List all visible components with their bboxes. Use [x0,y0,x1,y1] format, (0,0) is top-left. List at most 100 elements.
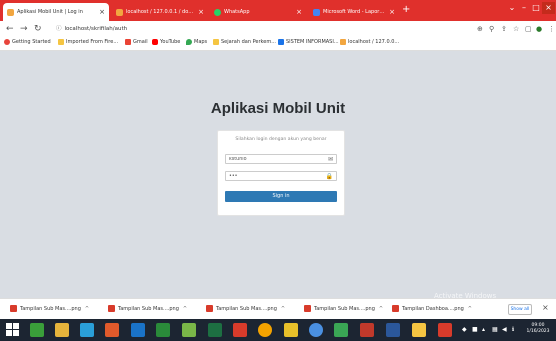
close-window-icon[interactable]: × [542,2,555,14]
app-icon[interactable] [80,323,94,337]
app-icon[interactable] [360,323,374,337]
volume-icon[interactable]: ◀ [502,326,507,334]
username-field[interactable]: ✉ [225,154,337,164]
app-icon[interactable] [156,323,170,337]
tray-icon[interactable]: ◆ [462,326,467,334]
windows-start-icon[interactable] [6,323,20,337]
image-file-icon [304,305,311,312]
chevron-up-icon[interactable]: ^ [468,306,472,312]
tab-login[interactable]: Aplikasi Mobil Unit | Log in × [3,3,109,21]
system-clock[interactable]: 09:00 1/16/2023 [523,323,553,335]
app-icon[interactable] [309,323,323,337]
tab-phpmyadmin[interactable]: localhost / 127.0.0.1 / donordarah × [112,3,208,21]
gmail-icon [125,39,131,45]
app-icon[interactable] [412,323,426,337]
username-input[interactable] [226,155,329,163]
favicon-icon [116,8,123,16]
download-item[interactable]: Tampilan Sub Mas....png ^ [108,305,187,312]
tab-label: Microsoft Word - Laporan TA Fu... [323,9,386,15]
word-icon[interactable] [386,323,400,337]
excel-icon[interactable] [208,323,222,337]
bookmark-imported[interactable]: Imported From Fire... [58,39,118,45]
close-icon[interactable]: × [542,303,549,313]
browser-toolbar: ← → ↻ ⓘ localhost/skrifilah/auth ⊕ ⚲ ⇪ ☆ … [0,21,556,37]
download-item[interactable]: Tampilan Sub Mas....png ^ [304,305,383,312]
star-icon[interactable]: ☆ [513,24,519,34]
chevron-up-icon[interactable]: ^ [183,306,187,312]
bookmark-getting-started[interactable]: Getting Started [4,39,51,45]
bookmark-label: Maps [194,39,208,45]
phpmyadmin-icon [340,39,346,45]
app-icon[interactable] [182,323,196,337]
app-icon[interactable] [233,323,247,337]
chevron-up-icon[interactable]: ^ [85,306,89,312]
sign-in-button[interactable]: Sign in [225,191,337,202]
bookmark-label: Gmail [133,39,148,45]
download-label: Tampilan Sub Mas....png [118,305,179,312]
search-icon[interactable]: ⚲ [489,24,494,34]
page-viewport: Aplikasi Mobil Unit Silahkan login denga… [0,51,556,298]
youtube-icon [152,39,158,45]
minimize-icon[interactable]: – [518,2,530,14]
install-icon[interactable]: ⊕ [477,24,483,34]
app-icon[interactable] [105,323,119,337]
chrome-icon[interactable] [258,323,272,337]
chevron-up-icon[interactable]: ^ [281,306,285,312]
password-input[interactable] [226,172,329,180]
download-item[interactable]: Tampilan Sub Mas....png ^ [10,305,89,312]
internet-explorer-icon[interactable] [131,323,145,337]
app-icon[interactable] [284,323,298,337]
login-card: Silahkan login dengan akun yang benar ✉ … [217,130,345,216]
bookmark-label: localhost / 127.0.0... [348,39,400,45]
show-all-button[interactable]: Show all [508,304,532,315]
password-field[interactable]: 🔒 [225,171,337,181]
bookmark-localhost[interactable]: localhost / 127.0.0... [340,39,399,45]
bookmark-youtube[interactable]: YouTube [152,39,180,45]
bookmark-sistem-informasi[interactable]: SISTEM INFORMASI... [278,39,339,45]
tab-whatsapp[interactable]: WhatsApp × [210,3,306,21]
page-title: Aplikasi Mobil Unit [210,100,346,117]
menu-icon[interactable]: ⋮ [548,24,555,34]
acrobat-icon[interactable] [438,323,452,337]
chevron-down-icon[interactable]: ⌄ [506,2,518,14]
new-tab-button[interactable]: + [402,4,410,16]
reload-icon[interactable]: ↻ [34,24,42,34]
bookmark-icon [4,39,10,45]
bookmark-icon [213,39,219,45]
close-icon[interactable]: × [198,8,204,16]
bookmark-label: Imported From Fire... [66,39,119,45]
tray-icon[interactable]: ■ [472,326,478,334]
bookmark-gmail[interactable]: Gmail [125,39,148,45]
tray-icon[interactable]: ▴ [482,326,485,334]
close-icon[interactable]: × [296,8,302,16]
downloads-bar: Tampilan Sub Mas....png ^ Tampilan Sub Ma… [0,298,556,320]
tab-label: Aplikasi Mobil Unit | Log in [17,9,83,15]
download-label: Tampilan Sub Mas....png [20,305,81,312]
chevron-up-icon[interactable]: ^ [379,306,383,312]
download-item[interactable]: Tampilan Sub Mas....png ^ [206,305,285,312]
download-item[interactable]: Tampilan Dashboa....png ^ [392,305,472,312]
login-hint: Silahkan login dengan akun yang benar [235,137,327,142]
window-icon[interactable]: ▢ [525,24,532,34]
profile-icon[interactable]: ● [536,24,542,34]
network-icon[interactable]: ▦ [492,326,498,334]
app-icon[interactable] [334,323,348,337]
app-icon[interactable] [30,323,44,337]
back-icon[interactable]: ← [6,24,14,34]
bookmark-sejarah[interactable]: Sejarah dan Perkem... [213,39,276,45]
tab-word[interactable]: Microsoft Word - Laporan TA Fu... × [309,3,399,21]
share-icon[interactable]: ⇪ [501,24,507,34]
forward-icon[interactable]: → [20,24,28,34]
bookmark-maps[interactable]: Maps [186,39,207,45]
maximize-icon[interactable]: □ [530,2,542,14]
language-icon[interactable]: ℹ [512,326,514,334]
address-bar[interactable]: ⓘ localhost/skrifilah/auth [56,24,127,34]
browser-tab-bar: Aplikasi Mobil Unit | Log in × localhost… [0,0,556,21]
clock-date: 1/16/2023 [526,329,550,334]
bookmark-label: Getting Started [12,39,51,45]
close-icon[interactable]: × [99,8,105,16]
file-explorer-icon[interactable] [55,323,69,337]
info-icon: ⓘ [56,26,62,32]
close-icon[interactable]: × [389,8,395,16]
bookmark-icon [278,39,284,45]
